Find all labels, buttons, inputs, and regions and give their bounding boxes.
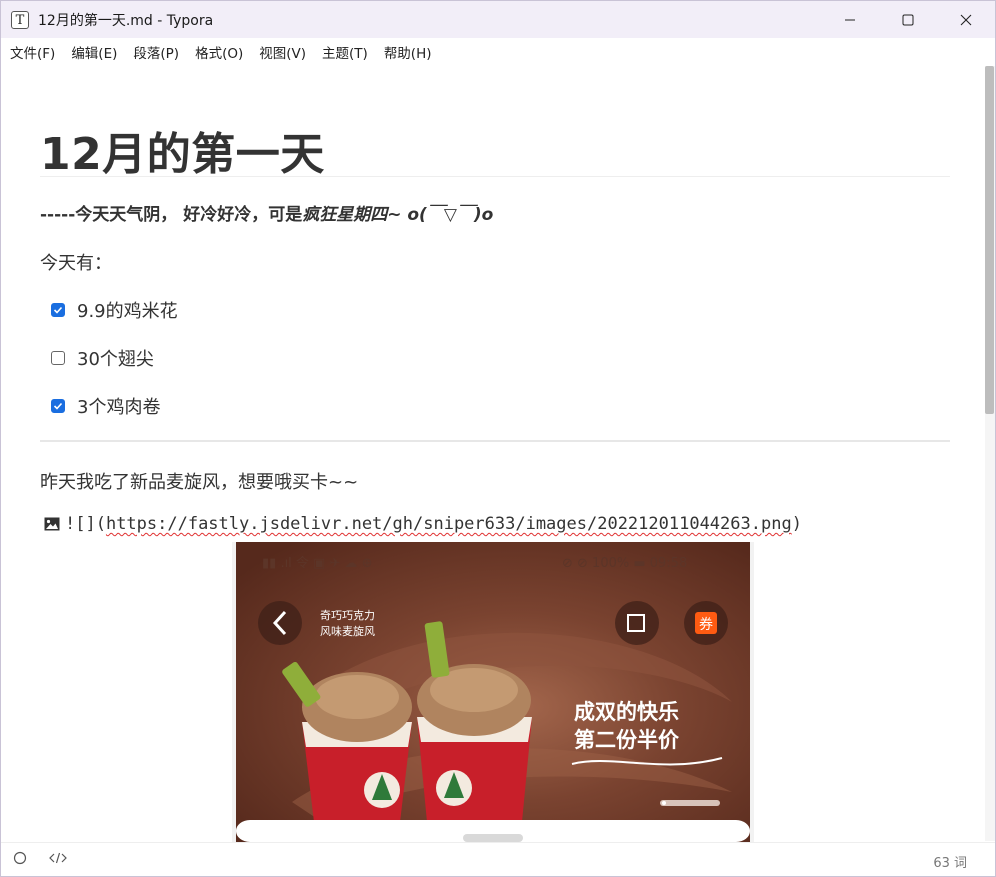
title-bar[interactable]: T 12月的第一天.md - Typora [1,1,995,38]
menu-view[interactable]: 视图(V) [259,42,306,62]
image-url: https://fastly.jsdelivr.net/gh/sniper633… [105,514,792,534]
status-bar: 63 词 [1,842,995,876]
promo-line-1: 成双的快乐 [574,700,679,724]
task-item: 9.9的鸡米花 [51,297,178,323]
image-icon [44,517,60,531]
word-count[interactable]: 63 词 [933,852,967,871]
close-icon [960,14,972,25]
horizontal-rule [40,440,950,442]
typora-app-icon: T [11,10,29,29]
menu-format[interactable]: 格式(O) [195,42,243,62]
menu-bar: 文件(F) 编辑(E) 段落(P) 格式(O) 视图(V) 主题(T) 帮助(H… [1,38,995,66]
status-controls [13,851,67,865]
task-item: 3个鸡肉卷 [51,393,160,419]
menu-paragraph[interactable]: 段落(P) [133,42,179,62]
subtitle-paragraph[interactable]: -----今天天气阴， 好冷好冷，可是疯狂星期四~ o(￣▽￣)o [40,200,493,225]
menu-theme[interactable]: 主题(T) [322,42,368,62]
intro-paragraph[interactable]: 今天有： [40,249,112,275]
document-heading[interactable]: 12月的第一天 [40,118,325,182]
minimize-icon [845,19,855,20]
subtitle-italic-text: 疯狂星期四~ o(￣▽￣)o [302,205,494,225]
task-label[interactable]: 9.9的鸡米花 [77,297,178,323]
task-label[interactable]: 3个鸡肉卷 [77,393,160,419]
sidebar-toggle-icon[interactable] [13,851,27,865]
heading-underline [40,176,950,177]
phone-status-left: ▮▮ .ıl 令 ▣ ✈ ☁ ⊕ [262,556,373,571]
maximize-button[interactable] [879,1,937,38]
checkmark-icon [53,402,63,410]
menu-file[interactable]: 文件(F) [10,42,55,62]
coupon-label: 券 [699,617,713,633]
close-button[interactable] [937,1,995,38]
task-checkbox[interactable] [51,399,65,413]
brand-line-2: 风味麦旋风 [320,624,375,638]
source-code-mode-icon[interactable] [49,851,67,865]
window-controls [821,1,995,38]
body-paragraph[interactable]: 昨天我吃了新品麦旋风，想要哦买卡~~ [40,468,358,494]
image-markdown-source[interactable]: ![](https://fastly.jsdelivr.net/gh/snipe… [44,514,802,534]
maximize-icon [902,14,914,25]
scrollbar-thumb[interactable] [985,66,994,414]
share-button [615,601,659,645]
task-checkbox[interactable] [51,351,65,365]
back-button [258,601,302,645]
embedded-image[interactable]: ▮▮ .ıl 令 ▣ ✈ ☁ ⊕ ⊘ ⊘ 100% ▬ 09:58 券 奇巧巧克… [232,542,754,842]
subtitle-bold-text: -----今天天气阴， 好冷好冷，可是 [40,205,303,225]
menu-help[interactable]: 帮助(H) [384,42,432,62]
task-label[interactable]: 30个翅尖 [77,345,154,371]
typora-window: T 12月的第一天.md - Typora 文件(F) 编辑(E) 段落(P) … [0,0,996,877]
image-md-prefix: ![]( [65,514,106,534]
task-checkbox[interactable] [51,303,65,317]
brand-line-1: 奇巧巧克力 [320,609,375,622]
minimize-button[interactable] [821,1,879,38]
window-title: 12月的第一天.md - Typora [38,12,214,29]
promo-line-2: 第二份半价 [574,728,680,752]
menu-edit[interactable]: 编辑(E) [71,42,117,62]
mcflurry-ad-screenshot: ▮▮ .ıl 令 ▣ ✈ ☁ ⊕ ⊘ ⊘ 100% ▬ 09:58 券 奇巧巧克… [232,542,754,842]
phone-status-right: ⊘ ⊘ 100% ▬ 09:58 [562,556,687,571]
task-item: 30个翅尖 [51,345,154,371]
image-md-suffix: ) [791,514,802,534]
checkmark-icon [53,306,63,314]
